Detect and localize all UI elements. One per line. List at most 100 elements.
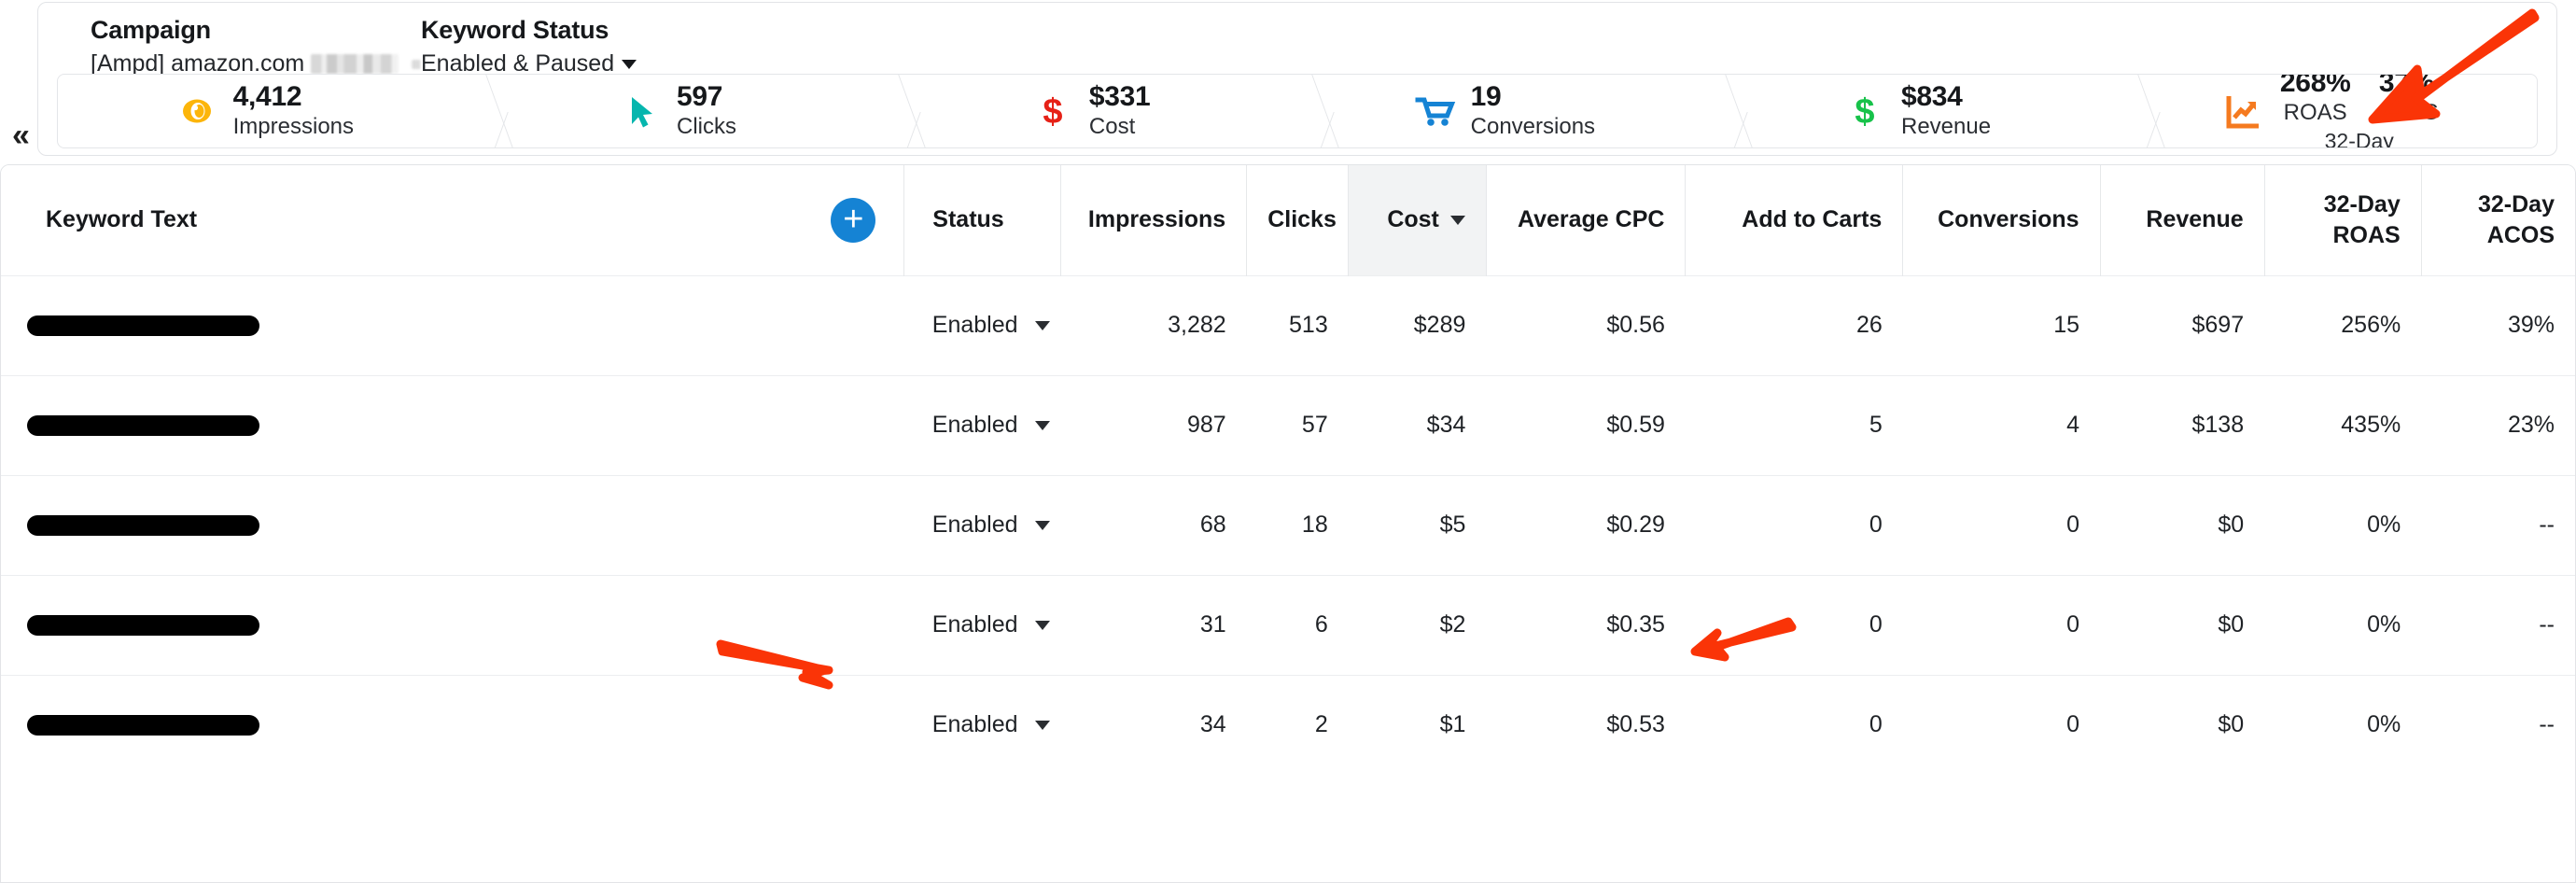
metrics-strip: 4,412 Impressions 597 Clicks $ $331 Cost… xyxy=(57,74,2538,148)
eye-icon xyxy=(175,90,218,133)
campaign-block: Campaign [Ampd] amazon.com xyxy=(38,16,421,77)
add-keyword-button[interactable]: + xyxy=(831,197,876,243)
metric-clicks-label: Clicks xyxy=(677,114,736,140)
cell-conversions: 4 xyxy=(1902,374,2101,475)
column-header-clicks[interactable]: Clicks xyxy=(1246,165,1350,275)
cell-keyword-text xyxy=(1,374,904,475)
cell-average-cpc: $0.35 xyxy=(1486,574,1686,675)
metric-acos-label: ACOS xyxy=(2374,99,2439,125)
campaign-label: Campaign xyxy=(91,16,211,44)
table-row[interactable]: Enabled 68 18 $5 $0.29 0 0 $0 0% -- xyxy=(1,474,2575,575)
metric-impressions-value: 4,412 xyxy=(232,81,302,113)
column-header-conversions[interactable]: Conversions xyxy=(1902,165,2101,275)
cell-acos: 39% xyxy=(2421,274,2575,375)
svg-text:$: $ xyxy=(1855,92,1874,132)
column-header-status[interactable]: Status xyxy=(903,165,1062,275)
cell-add-to-carts: 0 xyxy=(1685,574,1903,675)
keyword-text-redaction xyxy=(27,315,259,336)
cell-roas: 0% xyxy=(2264,674,2422,775)
metric-cost[interactable]: $ $331 Cost xyxy=(884,75,1297,147)
metric-clicks-value: 597 xyxy=(677,81,723,113)
caret-down-icon[interactable] xyxy=(1034,620,1050,630)
campaign-summary-card: Campaign [Ampd] amazon.com Keyword Statu… xyxy=(37,2,2557,156)
metric-conversions-label: Conversions xyxy=(1470,114,1596,140)
keyword-status-label: Keyword Status xyxy=(421,16,609,44)
table-row[interactable]: Enabled 3,282 513 $289 $0.56 26 15 $697 … xyxy=(1,274,2575,375)
column-header-acos[interactable]: 32-Day ACOS xyxy=(2421,165,2575,275)
metric-conversions-value: 19 xyxy=(1470,81,1502,113)
cell-acos: -- xyxy=(2421,574,2575,675)
column-header-add-to-carts[interactable]: Add to Carts xyxy=(1685,165,1904,275)
metric-conversions[interactable]: 19 Conversions xyxy=(1297,75,1711,147)
dollar-sign-icon: $ xyxy=(1031,90,1074,133)
metric-revenue-value: $834 xyxy=(1900,81,1963,113)
cell-add-to-carts: 26 xyxy=(1685,274,1903,375)
column-header-revenue[interactable]: Revenue xyxy=(2100,165,2265,275)
cell-keyword-text xyxy=(1,274,904,375)
cell-status[interactable]: Enabled xyxy=(903,474,1061,575)
cell-status[interactable]: Enabled xyxy=(903,274,1061,375)
keyword-status-block: Keyword Status Enabled & Paused xyxy=(421,16,637,77)
cell-clicks: 18 xyxy=(1246,474,1349,575)
table-row[interactable]: Enabled 31 6 $2 $0.35 0 0 $0 0% -- xyxy=(1,574,2575,675)
metric-roas-label: ROAS xyxy=(2283,99,2347,125)
metric-cost-label: Cost xyxy=(1088,114,1136,140)
cell-status[interactable]: Enabled xyxy=(903,574,1061,675)
column-header-keyword-text-label: Keyword Text xyxy=(46,206,198,233)
summary-meta-row: Campaign [Ampd] amazon.com Keyword Statu… xyxy=(38,3,2556,77)
status-value: Enabled xyxy=(931,512,1018,538)
cell-cost: $289 xyxy=(1348,274,1487,375)
chevron-down-icon xyxy=(622,59,637,69)
metric-acos-value: 37% xyxy=(2378,74,2435,98)
cell-conversions: 15 xyxy=(1902,274,2101,375)
metric-impressions[interactable]: 4,412 Impressions xyxy=(58,75,471,147)
keywords-table-card: Keyword Text + Status Impressions Clicks… xyxy=(0,164,2576,883)
table-header-row: Keyword Text + Status Impressions Clicks… xyxy=(1,165,2575,275)
cell-roas: 0% xyxy=(2264,574,2422,675)
column-header-acos-line2: ACOS xyxy=(2486,221,2555,248)
trending-up-chart-icon xyxy=(2222,90,2265,133)
column-header-roas-line1: 32-Day xyxy=(2323,190,2401,217)
column-header-keyword-text[interactable]: Keyword Text + xyxy=(1,165,905,275)
caret-down-icon[interactable] xyxy=(1034,320,1050,330)
cell-revenue: $0 xyxy=(2100,574,2265,675)
cell-average-cpc: $0.59 xyxy=(1486,374,1686,475)
caret-down-icon[interactable] xyxy=(1034,720,1050,730)
cell-revenue: $697 xyxy=(2100,274,2265,375)
cell-status[interactable]: Enabled xyxy=(903,374,1061,475)
cell-add-to-carts: 5 xyxy=(1685,374,1903,475)
column-header-impressions[interactable]: Impressions xyxy=(1060,165,1248,275)
caret-down-icon[interactable] xyxy=(1034,420,1050,430)
dollar-sign-icon: $ xyxy=(1843,90,1886,133)
cell-impressions: 31 xyxy=(1060,574,1247,675)
column-header-cost[interactable]: Cost xyxy=(1348,165,1487,275)
cell-clicks: 57 xyxy=(1246,374,1349,475)
table-row[interactable]: Enabled 987 57 $34 $0.59 5 4 $138 435% 2… xyxy=(1,374,2575,475)
column-header-roas[interactable]: 32-Day ROAS xyxy=(2264,165,2422,275)
cell-acos: 23% xyxy=(2421,374,2575,475)
table-row[interactable]: Enabled 34 2 $1 $0.53 0 0 $0 0% -- xyxy=(1,674,2575,775)
cell-revenue: $138 xyxy=(2100,374,2265,475)
cell-impressions: 987 xyxy=(1060,374,1247,475)
cell-cost: $5 xyxy=(1348,474,1487,575)
metric-roas-acos[interactable]: 268% ROAS 37% ACOS 32-Day xyxy=(2123,75,2537,147)
cell-status[interactable]: Enabled xyxy=(903,674,1061,775)
cell-clicks: 6 xyxy=(1246,574,1349,675)
metric-revenue[interactable]: $ $834 Revenue xyxy=(1711,75,2124,147)
cell-impressions: 34 xyxy=(1060,674,1247,775)
metric-cost-value: $331 xyxy=(1088,81,1151,113)
cell-roas: 435% xyxy=(2264,374,2422,475)
keyword-text-redaction xyxy=(27,614,259,636)
campaign-name-redaction xyxy=(311,54,399,74)
column-header-average-cpc[interactable]: Average CPC xyxy=(1486,165,1687,275)
status-value: Enabled xyxy=(931,711,1018,738)
metric-clicks[interactable]: 597 Clicks xyxy=(471,75,885,147)
cell-roas: 0% xyxy=(2264,474,2422,575)
caret-down-icon[interactable] xyxy=(1034,520,1050,530)
cell-clicks: 2 xyxy=(1246,674,1349,775)
status-value: Enabled xyxy=(931,312,1018,338)
cell-average-cpc: $0.29 xyxy=(1486,474,1686,575)
chevron-double-left-icon: « xyxy=(12,118,30,153)
status-value: Enabled xyxy=(931,611,1018,638)
cell-revenue: $0 xyxy=(2100,474,2265,575)
